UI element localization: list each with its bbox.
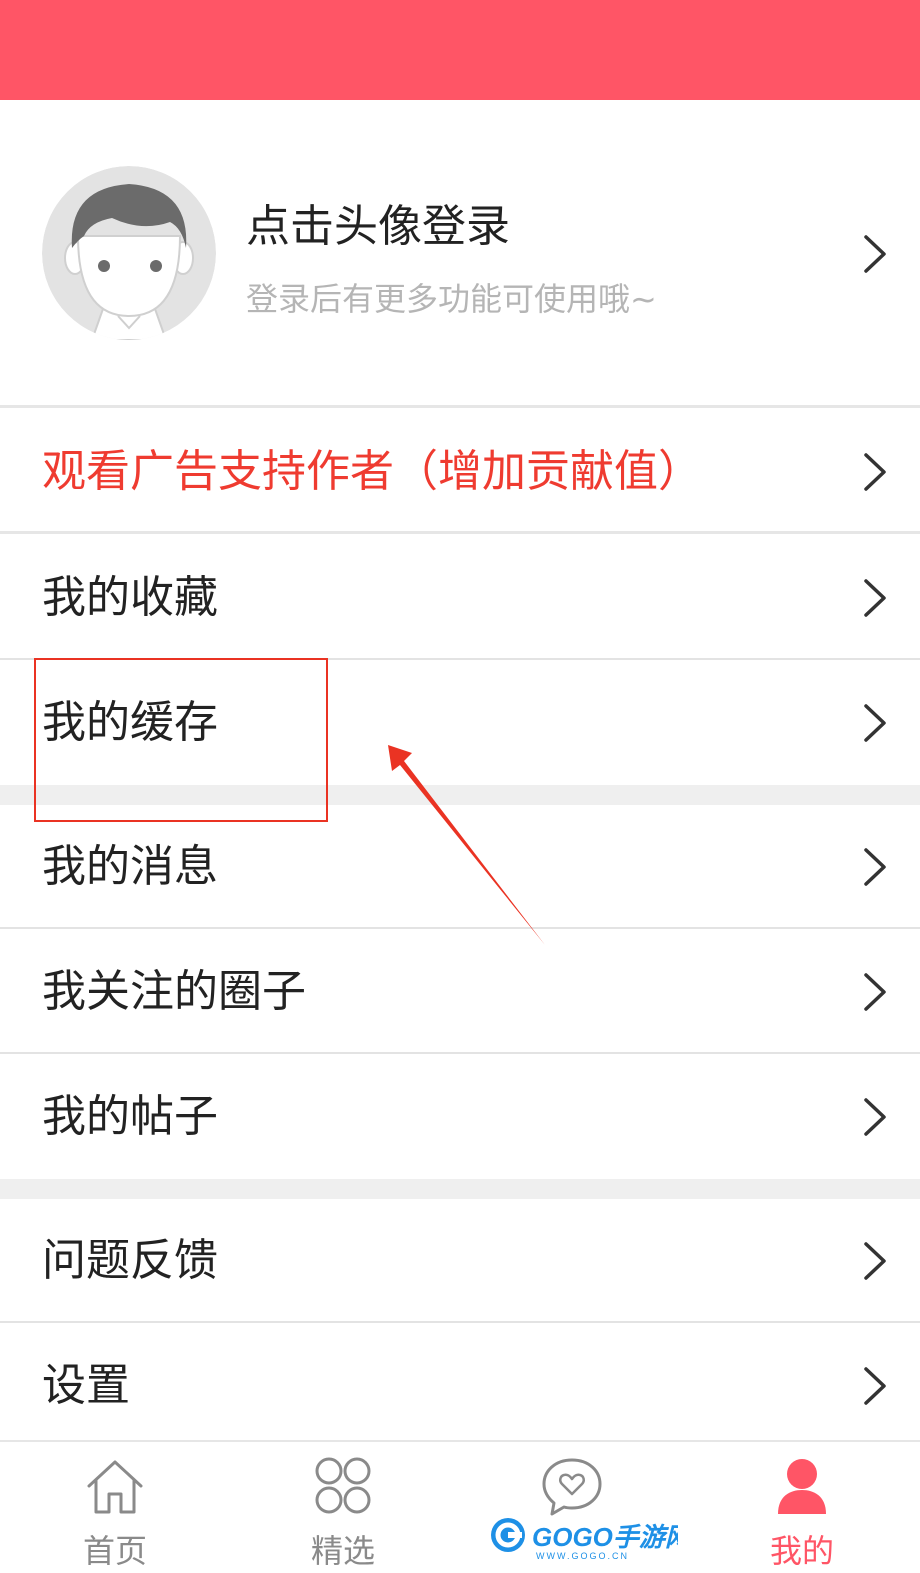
menu-item-label: 我关注的圈子 [42,966,306,1017]
menu-item-favorites[interactable]: 我的收藏 [0,536,920,660]
chevron-right-icon [860,1366,890,1406]
chevron-right-icon [860,452,890,492]
section-gap [0,1179,920,1199]
watermark-url-text: WWW.GOGO.CN [536,1551,629,1561]
profile-subtitle: 登录后有更多功能可使用哦~ [246,280,657,318]
grid-icon [311,1456,375,1516]
watch-ad-support-row[interactable]: 观看广告支持作者（增加贡献值） [0,410,920,534]
menu-item-settings[interactable]: 设置 [0,1324,920,1440]
watermark-brand-text: GOGO手游网 [532,1522,678,1552]
tab-label: 精选 [310,1532,375,1570]
menu-item-cache[interactable]: 我的缓存 [0,661,920,785]
watch-ad-label: 观看广告支持作者（增加贡献值） [42,446,702,497]
tab-home[interactable]: 首页 [45,1442,185,1573]
profile-login-card[interactable]: 点击头像登录 登录后有更多功能可使用哦~ [0,100,920,408]
menu-item-followed-circles[interactable]: 我关注的圈子 [0,930,920,1054]
menu-item-posts[interactable]: 我的帖子 [0,1055,920,1179]
menu-item-label: 问题反馈 [42,1235,218,1286]
heart-bubble-icon [540,1456,604,1516]
chevron-right-icon [860,847,890,887]
menu-item-messages[interactable]: 我的消息 [0,805,920,929]
profile-title: 点击头像登录 [246,201,510,252]
chevron-right-icon [860,703,890,743]
user-icon [770,1456,834,1516]
menu-item-label: 设置 [42,1360,130,1411]
top-header-bar [0,0,920,100]
watermark-logo: GOGO手游网 WWW.GOGO.CN [488,1515,695,1561]
tab-mine[interactable]: 我的 [732,1442,872,1573]
menu-item-label: 我的缓存 [42,697,218,748]
chevron-right-icon [860,578,890,618]
section-gap [0,785,920,805]
menu-item-feedback[interactable]: 问题反馈 [0,1199,920,1323]
chevron-right-icon [860,1097,890,1137]
default-avatar-icon[interactable] [42,166,216,340]
menu-item-label: 我的消息 [42,841,218,892]
tab-label: 首页 [82,1532,147,1570]
chevron-right-icon [860,972,890,1012]
bottom-tab-bar: 首页 精选 我的 [0,1440,920,1573]
tab-featured[interactable]: 精选 [273,1442,413,1573]
chevron-right-icon [860,234,890,274]
tab-label: 我的 [769,1532,834,1570]
chevron-right-icon [860,1241,890,1281]
menu-item-label: 我的帖子 [42,1091,218,1142]
home-icon [83,1456,147,1516]
menu-item-label: 我的收藏 [42,572,218,623]
